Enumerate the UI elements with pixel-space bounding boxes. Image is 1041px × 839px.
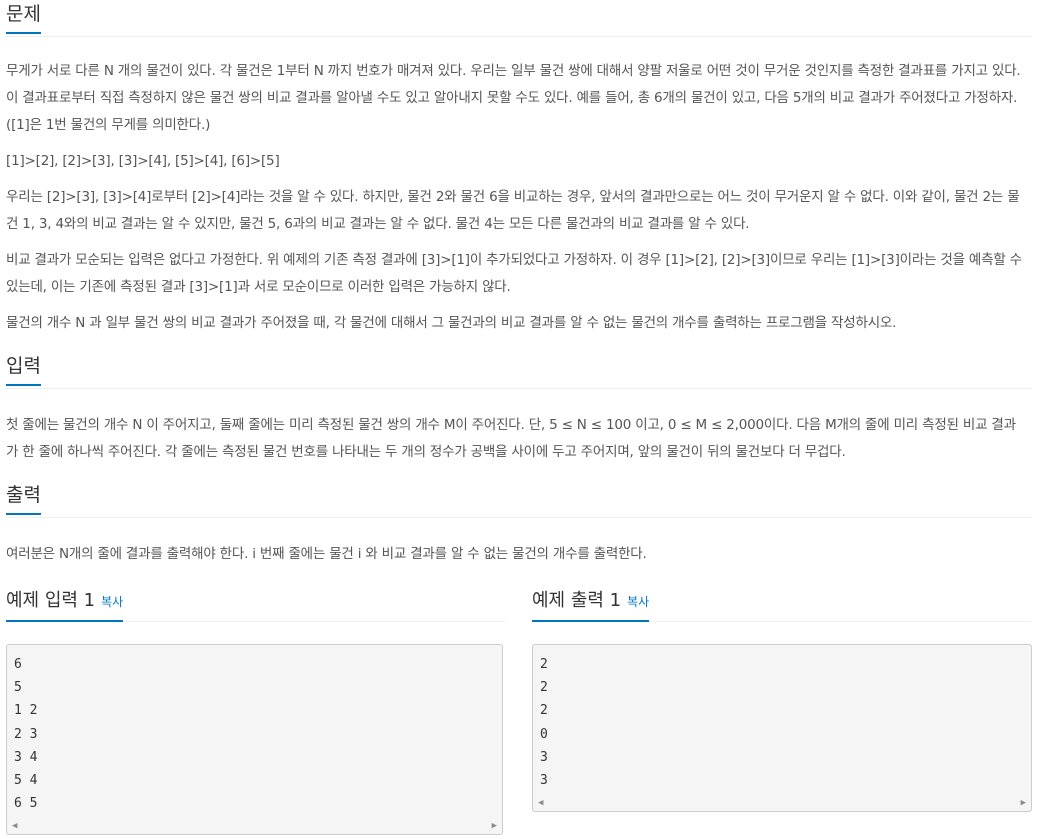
sample-output-title: 예제 출력 1 (532, 590, 622, 611)
problem-section-header: 문제 (6, 0, 1032, 37)
sample-input-copy-button[interactable]: 복사 (101, 595, 123, 609)
code-line: 2 (540, 703, 548, 719)
code-line: 5 4 (14, 772, 38, 788)
sample-input-horizontal-scrollbar[interactable]: ◀ ▶ (8, 819, 501, 834)
code-line: 2 (540, 657, 548, 672)
sample-output-heading: 예제 출력 1 복사 (532, 590, 650, 622)
triangle-right-icon[interactable]: ▶ (1021, 798, 1026, 808)
code-line: 3 (540, 749, 548, 765)
triangle-left-icon[interactable]: ◀ (12, 821, 17, 831)
sample-input-code: 6 5 1 2 2 3 3 4 5 4 6 5 (7, 645, 502, 819)
code-line: 3 (540, 772, 548, 788)
sample-input-box[interactable]: 6 5 1 2 2 3 3 4 5 4 6 5 ◀ ▶ (6, 644, 503, 836)
sample-input-heading: 예제 입력 1 복사 (6, 590, 124, 622)
sample-input-title: 예제 입력 1 (6, 590, 96, 611)
sample-output-code: 2 2 2 0 3 3 (533, 645, 1031, 796)
triangle-left-icon[interactable]: ◀ (538, 798, 543, 808)
problem-paragraph-2: [1]>[2], [2]>[3], [3]>[4], [5]>[4], [6]>… (6, 153, 280, 169)
code-line: 2 3 (14, 726, 38, 742)
code-line: 0 (540, 726, 548, 742)
sample-output-header: 예제 출력 1 복사 (532, 585, 1031, 622)
sample-output-box[interactable]: 2 2 2 0 3 3 ◀ ▶ (532, 644, 1032, 813)
triangle-right-icon[interactable]: ▶ (492, 821, 497, 831)
input-title: 입력 (6, 355, 41, 386)
code-line: 1 2 (14, 703, 38, 719)
problem-paragraph-5: 물건의 개수 N 과 일부 물건 쌍의 비교 결과가 주어졌을 때, 각 물건에… (6, 315, 897, 331)
sample-input-panel: 예제 입력 1 복사 6 5 1 2 2 3 3 4 5 4 6 5 ◀ ▶ (6, 585, 505, 836)
sample-input-header: 예제 입력 1 복사 (6, 585, 505, 622)
sample-output-copy-button[interactable]: 복사 (627, 595, 649, 609)
input-section-header: 입력 (6, 352, 1032, 389)
problem-paragraph-4: 비교 결과가 모순되는 입력은 없다고 가정한다. 위 예제의 기존 측정 결과… (6, 252, 1022, 295)
code-line: 3 4 (14, 749, 38, 765)
output-title: 출력 (6, 484, 41, 515)
problem-title: 문제 (6, 3, 41, 34)
output-paragraph-1: 여러분은 N개의 줄에 결과를 출력해야 한다. i 번째 줄에는 물건 i 와… (6, 546, 647, 562)
code-line: 6 5 (14, 796, 38, 812)
problem-paragraph-1: 무게가 서로 다른 N 개의 물건이 있다. 각 물건은 1부터 N 까지 번호… (6, 63, 1021, 133)
sample-output-horizontal-scrollbar[interactable]: ◀ ▶ (534, 796, 1030, 811)
output-section-header: 출력 (6, 481, 1032, 518)
code-line: 5 (14, 680, 22, 696)
code-line: 6 (14, 657, 22, 672)
problem-paragraph-3: 우리는 [2]>[3], [3]>[4]로부터 [2]>[4]라는 것을 알 수… (6, 189, 1020, 232)
input-paragraph-1: 첫 줄에는 물건의 개수 N 이 주어지고, 둘째 줄에는 미리 측정된 물건 … (6, 417, 1016, 460)
sample-output-panel: 예제 출력 1 복사 2 2 2 0 3 3 ◀ ▶ (532, 585, 1032, 813)
code-line: 2 (540, 680, 548, 696)
